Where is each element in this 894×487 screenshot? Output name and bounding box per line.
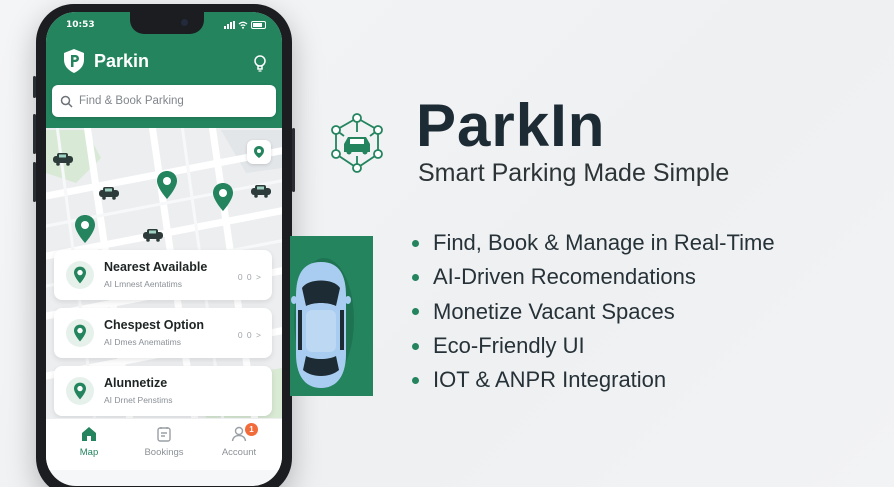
feature-text: IOT & ANPR Integration: [433, 367, 667, 393]
location-pin-icon: [254, 146, 264, 158]
card-title: Nearest Available: [104, 260, 208, 274]
card-meta: 0 0 >: [237, 272, 262, 282]
hero-subtitle: Smart Parking Made Simple: [418, 159, 730, 187]
feature-item: Find, Book & Manage in Real-Time: [412, 226, 775, 260]
camera-icon: [181, 19, 188, 26]
search-bar[interactable]: [52, 85, 276, 117]
parking-option-card[interactable]: Nearest Available AI Lmnest Aentatims 0 …: [54, 250, 272, 300]
card-meta: 0 0 >: [237, 330, 262, 340]
card-title: Alunnetize: [104, 376, 168, 390]
feature-item: AI-Driven Recomendations: [412, 260, 775, 294]
map-pin-icon: [74, 266, 86, 284]
card-pin-badge: [66, 261, 94, 289]
feature-item: Monetize Vacant Spaces: [412, 295, 775, 329]
hero-title: ParkIn: [416, 92, 606, 159]
bullet-icon: [412, 342, 419, 350]
card-pin-badge: [66, 377, 94, 405]
tab-label: Map: [79, 447, 99, 458]
connected-car-network-icon: [331, 113, 383, 173]
card-subtitle: AI Drnet Penstims: [104, 395, 173, 405]
feature-text: Find, Book & Manage in Real-Time: [433, 230, 775, 256]
volume-up-button: [33, 114, 36, 154]
map-pin-icon[interactable]: [156, 170, 178, 200]
app-name: Parkin: [94, 50, 150, 71]
bullet-icon: [412, 273, 419, 281]
feature-text: AI-Driven Recomendations: [433, 264, 696, 290]
bullet-icon: [412, 376, 419, 384]
feature-text: Eco-Friendly UI: [433, 333, 585, 359]
phone-screen: 10:53 Parkin Find & Book Parking Nearest…: [46, 12, 282, 486]
tab-label: Bookings: [144, 447, 184, 458]
feature-item: Eco-Friendly UI: [412, 329, 775, 363]
power-button: [292, 128, 295, 192]
phone-mockup: 10:53 Parkin Find & Book Parking Nearest…: [33, 4, 295, 487]
feature-item: IOT & ANPR Integration: [412, 363, 775, 397]
wifi-icon: [238, 21, 248, 29]
battery-icon: [251, 21, 266, 29]
car-illustration-tile: [290, 236, 373, 396]
tab-map[interactable]: Map: [54, 425, 124, 458]
car-marker-icon[interactable]: [250, 184, 272, 198]
phone-notch: [130, 12, 204, 34]
tab-account[interactable]: 1 Account: [204, 423, 274, 458]
parking-map[interactable]: Nearest Available AI Lmnest Aentatims 0 …: [46, 128, 282, 418]
search-input[interactable]: [79, 95, 259, 107]
parking-option-card[interactable]: Chespest Option AI Dmes Anematims 0 0 >: [54, 308, 272, 358]
parkin-shield-logo-icon: [64, 49, 84, 73]
volume-down-button: [33, 162, 36, 202]
card-title: Chespest Option: [104, 318, 205, 332]
map-pin-icon[interactable]: [212, 182, 234, 212]
car-marker-icon[interactable]: [52, 152, 74, 166]
feature-list: Find, Book & Manage in Real-Time AI-Driv…: [412, 226, 775, 397]
car-marker-icon[interactable]: [98, 186, 120, 200]
home-icon: [82, 427, 96, 441]
app-brand: Parkin: [62, 48, 149, 74]
card-pin-badge: [66, 319, 94, 347]
signal-icon: [224, 21, 235, 29]
search-icon: [60, 95, 73, 108]
lightbulb-icon[interactable]: [252, 54, 268, 72]
notification-badge: 1: [245, 423, 258, 436]
car-marker-icon[interactable]: [142, 228, 164, 242]
status-icons: [224, 21, 266, 29]
parking-option-card[interactable]: Alunnetize AI Drnet Penstims: [54, 366, 272, 416]
feature-text: Monetize Vacant Spaces: [433, 298, 675, 324]
map-pin-icon: [74, 324, 86, 342]
car-top-view-icon: [291, 258, 354, 388]
tab-label: Account: [221, 447, 257, 458]
locate-me-button[interactable]: [247, 140, 271, 164]
map-pin-icon: [74, 382, 86, 400]
bottom-tab-bar: Map Bookings 1 Account: [46, 418, 282, 470]
bookings-icon: [157, 427, 171, 442]
card-subtitle: AI Dmes Anematims: [104, 337, 181, 347]
tab-bookings[interactable]: Bookings: [129, 425, 199, 458]
card-subtitle: AI Lmnest Aentatims: [104, 279, 182, 289]
bullet-icon: [412, 239, 419, 247]
bullet-icon: [412, 308, 419, 316]
status-time: 10:53: [66, 20, 95, 30]
map-pin-icon[interactable]: [74, 214, 96, 244]
mute-switch: [33, 76, 36, 98]
